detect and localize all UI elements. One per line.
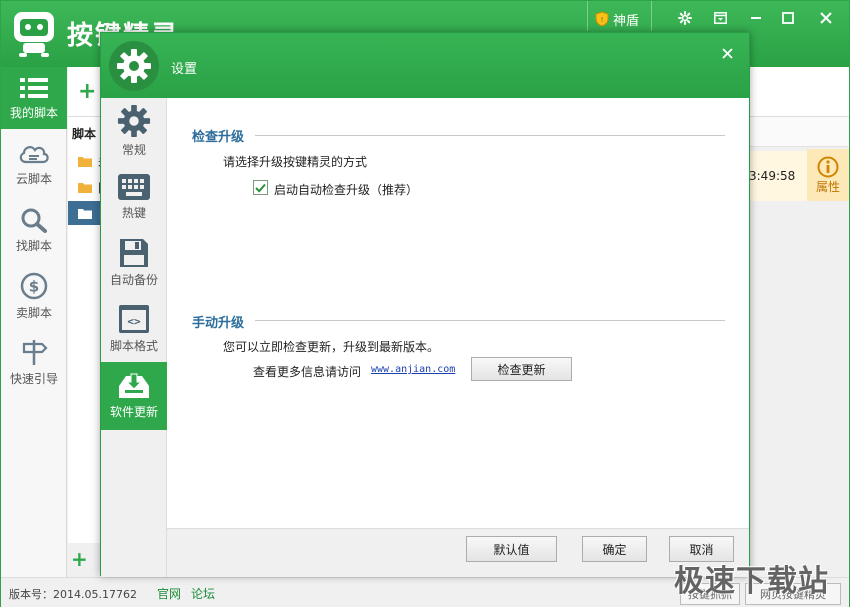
nav-label: 快速引导 [9,371,58,386]
dialog-gear-badge [109,41,159,91]
side-item-general[interactable]: 常规 [101,98,167,164]
manual-upgrade-heading: 手动升级 [192,316,245,331]
check-upgrade-heading: 检查升级 [192,130,245,145]
auto-check-checkbox[interactable] [253,180,268,195]
shield-icon: ! [595,11,609,27]
close-icon [820,12,832,24]
dialog-title: 设置 [171,62,198,77]
watermark: 极速下载站 [674,564,829,599]
code-icon: <> [119,305,149,333]
dialog-content: 检查升级 请选择升级按键精灵的方式 启动自动检查升级（推荐） 手动升级 您可以立… [167,98,749,528]
version-label: 版本号：2014.05.17762 [9,588,137,601]
side-item-software-update[interactable]: 软件更新 [101,362,167,430]
robot-logo-icon [14,12,54,57]
side-item-label: 软件更新 [109,405,158,419]
search-icon [21,208,47,233]
side-item-label: 常规 [121,143,146,157]
auto-check-label[interactable]: 启动自动检查升级（推荐） [274,181,418,198]
minimize-icon [751,17,761,19]
floppy-icon [120,239,148,267]
list-header [749,117,849,147]
dialog-close-button[interactable] [715,41,739,65]
settings-button[interactable] [670,5,700,31]
maximize-button[interactable] [773,5,803,31]
forum-link[interactable]: 论坛 [191,585,215,602]
gear-icon [678,11,692,25]
property-label: 属性 [815,179,840,194]
svg-text:<>: <> [127,315,141,328]
maximize-icon [782,12,794,24]
check-update-button[interactable]: 检查更新 [471,357,572,381]
section-divider [255,320,725,321]
folder-icon [78,208,92,219]
gear-icon [117,49,151,83]
dialog-footer: 默认值 确定 取消 [167,528,749,577]
list-icon [20,77,48,98]
shield-button[interactable]: ! 神盾 [595,9,639,29]
settings-dialog: 设置 常规 热键 自动备份 <> 脚本格式 软件更新 检查升级 请选择升级按键精… [100,32,750,577]
nav-cloud-scripts[interactable]: 云脚本 [1,133,67,195]
nav-sell-scripts[interactable]: $ 卖脚本 [1,265,67,327]
website-link[interactable]: www.anjian.com [371,364,455,375]
row-timestamp: 3:49:58 [749,151,807,201]
nav-label: 卖脚本 [15,305,52,320]
gear-icon [117,104,151,138]
official-site-link[interactable]: 官网 [157,585,181,602]
signpost-icon [22,339,48,365]
nav-my-scripts[interactable]: 我的脚本 [1,67,67,129]
manual-desc: 您可以立即检查更新，升级到最新版本。 [223,340,440,354]
info-icon [817,156,839,177]
download-tray-icon [119,373,149,398]
svg-text:!: ! [601,16,604,24]
menu-button[interactable] [705,5,735,31]
default-button[interactable]: 默认值 [466,536,557,562]
side-item-label: 脚本格式 [109,339,158,353]
nav-label: 我的脚本 [9,105,58,120]
close-button[interactable] [811,5,841,31]
svg-text:$: $ [29,277,39,295]
nav-label: 云脚本 [15,171,52,186]
side-item-hotkey[interactable]: 热键 [101,164,167,230]
nav-quick-guide[interactable]: 快速引导 [1,331,67,393]
cloud-icon [19,145,49,163]
checkmark-icon [255,183,266,193]
dialog-header: 设置 [101,33,749,98]
close-icon [721,47,733,59]
property-button[interactable]: 属性 [807,149,849,201]
side-item-auto-backup[interactable]: 自动备份 [101,230,167,296]
visit-text: 查看更多信息请访问 [253,365,362,379]
ok-button[interactable]: 确定 [582,536,647,562]
minimize-button[interactable] [741,5,771,31]
keyboard-icon [118,174,150,200]
add-script-icon[interactable]: + [78,79,96,104]
menu-box-icon [713,12,727,24]
dialog-sidebar: 常规 热键 自动备份 <> 脚本格式 软件更新 [101,98,167,577]
shield-label: 神盾 [613,13,640,29]
title-separator [587,1,588,31]
left-nav: 我的脚本 云脚本 找脚本 $ 卖脚本 快速引导 [1,67,67,577]
dollar-icon: $ [20,272,48,299]
title-separator [651,1,652,31]
side-item-script-format[interactable]: <> 脚本格式 [101,296,167,362]
folder-icon [78,156,92,167]
upgrade-prompt: 请选择升级按键精灵的方式 [223,155,368,169]
section-divider [255,135,725,136]
tree-header: 脚本 [72,127,97,141]
folder-icon [78,182,92,193]
nav-find-scripts[interactable]: 找脚本 [1,199,67,261]
add-folder-icon[interactable]: + [71,547,88,571]
side-item-label: 自动备份 [109,273,158,287]
side-item-label: 热键 [121,206,146,220]
nav-label: 找脚本 [15,238,52,253]
